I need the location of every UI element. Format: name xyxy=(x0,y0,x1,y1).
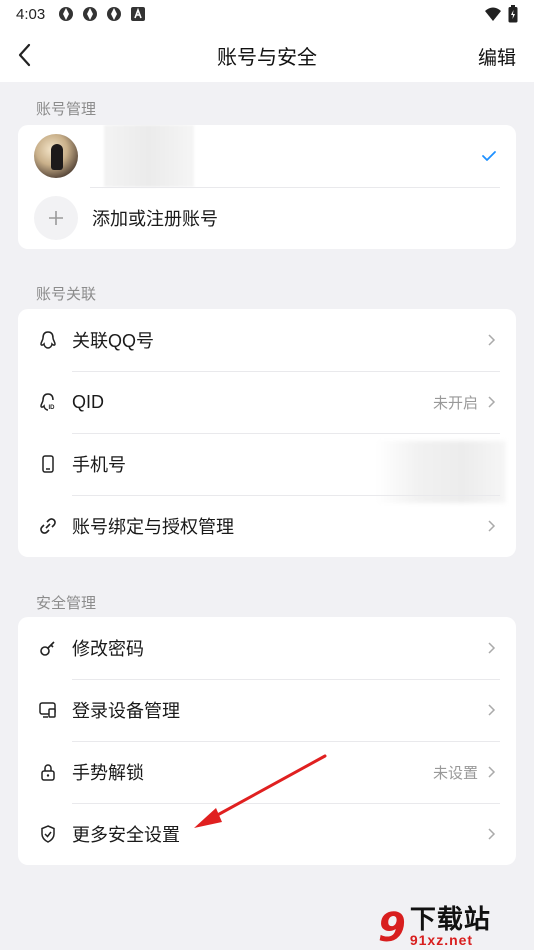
status-time: 4:03 xyxy=(16,5,46,23)
svg-text:ID: ID xyxy=(49,405,56,411)
phone-row[interactable]: 手机号 xyxy=(18,433,516,503)
plus-icon xyxy=(34,196,78,240)
qid-row[interactable]: ID QID 未开启 xyxy=(18,371,516,433)
more-security-label: 更多安全设置 xyxy=(72,825,180,845)
device-icon xyxy=(38,700,58,720)
gesture-unlock-row[interactable]: 手势解锁 未设置 xyxy=(18,741,516,803)
gesture-unlock-status: 未设置 xyxy=(432,764,478,782)
watermark-logo: 9 下载站 91xz.net xyxy=(378,894,528,948)
change-password-label: 修改密码 xyxy=(72,639,144,659)
checkmark-icon xyxy=(482,151,496,161)
status-bar: 4:03 xyxy=(0,0,534,28)
link-qq-row[interactable]: 关联QQ号 xyxy=(18,309,516,371)
bind-auth-row[interactable]: 账号绑定与授权管理 xyxy=(18,495,516,557)
device-management-label: 登录设备管理 xyxy=(72,701,180,721)
qid-label: QID xyxy=(72,391,105,412)
battery-icon xyxy=(508,5,518,23)
bind-auth-label: 账号绑定与授权管理 xyxy=(72,517,234,537)
section-label-accounts: 账号管理 xyxy=(36,101,97,118)
section-label-linking: 账号关联 xyxy=(36,286,97,303)
edit-button[interactable]: 编辑 xyxy=(478,43,516,70)
blurred-phone-number xyxy=(376,441,506,503)
link-icon xyxy=(38,516,58,536)
qid-status: 未开启 xyxy=(432,394,478,412)
section-label-security: 安全管理 xyxy=(36,595,97,612)
chevron-right-icon xyxy=(488,828,496,840)
app-notification-icon xyxy=(107,7,122,21)
chevron-right-icon xyxy=(488,642,496,654)
watermark-mark: 9 xyxy=(378,905,406,950)
a-notification-icon xyxy=(131,7,146,21)
nav-bar: 账号与安全 编辑 xyxy=(0,28,534,82)
more-security-row[interactable]: 更多安全设置 xyxy=(18,803,516,865)
accounts-card: 添加或注册账号 xyxy=(18,125,516,249)
link-qq-label: 关联QQ号 xyxy=(72,331,155,351)
app-notification-icon xyxy=(83,7,98,21)
chevron-right-icon xyxy=(488,520,496,532)
lock-icon xyxy=(38,762,58,782)
qid-icon: ID xyxy=(38,392,58,412)
chevron-right-icon xyxy=(488,766,496,778)
watermark-title: 下载站 xyxy=(409,904,491,934)
security-card: 修改密码 登录设备管理 手势解锁 未设置 更多安全设置 xyxy=(18,617,516,865)
phone-icon xyxy=(38,454,58,474)
app-notification-icon xyxy=(59,7,74,21)
change-password-row[interactable]: 修改密码 xyxy=(18,617,516,679)
phone-label: 手机号 xyxy=(72,455,126,475)
linking-card: 关联QQ号 ID QID 未开启 手机号 账号绑定与授权管理 xyxy=(18,309,516,557)
blurred-account-name xyxy=(104,125,194,187)
shield-icon xyxy=(38,824,58,844)
key-icon xyxy=(38,638,58,658)
back-arrow-icon[interactable] xyxy=(12,41,40,69)
device-management-row[interactable]: 登录设备管理 xyxy=(18,679,516,741)
chevron-right-icon xyxy=(488,704,496,716)
avatar xyxy=(34,134,78,178)
chevron-right-icon xyxy=(488,334,496,346)
qq-icon xyxy=(38,330,58,350)
status-notification-icons xyxy=(57,5,147,23)
wifi-icon xyxy=(485,7,501,21)
gesture-unlock-label: 手势解锁 xyxy=(72,763,144,783)
page-title: 账号与安全 xyxy=(217,46,317,69)
watermark-url: 91xz.net xyxy=(409,932,474,948)
current-account-row[interactable] xyxy=(18,125,516,187)
chevron-right-icon xyxy=(488,396,496,408)
add-account-label: 添加或注册账号 xyxy=(92,209,218,229)
add-account-row[interactable]: 添加或注册账号 xyxy=(18,187,516,249)
